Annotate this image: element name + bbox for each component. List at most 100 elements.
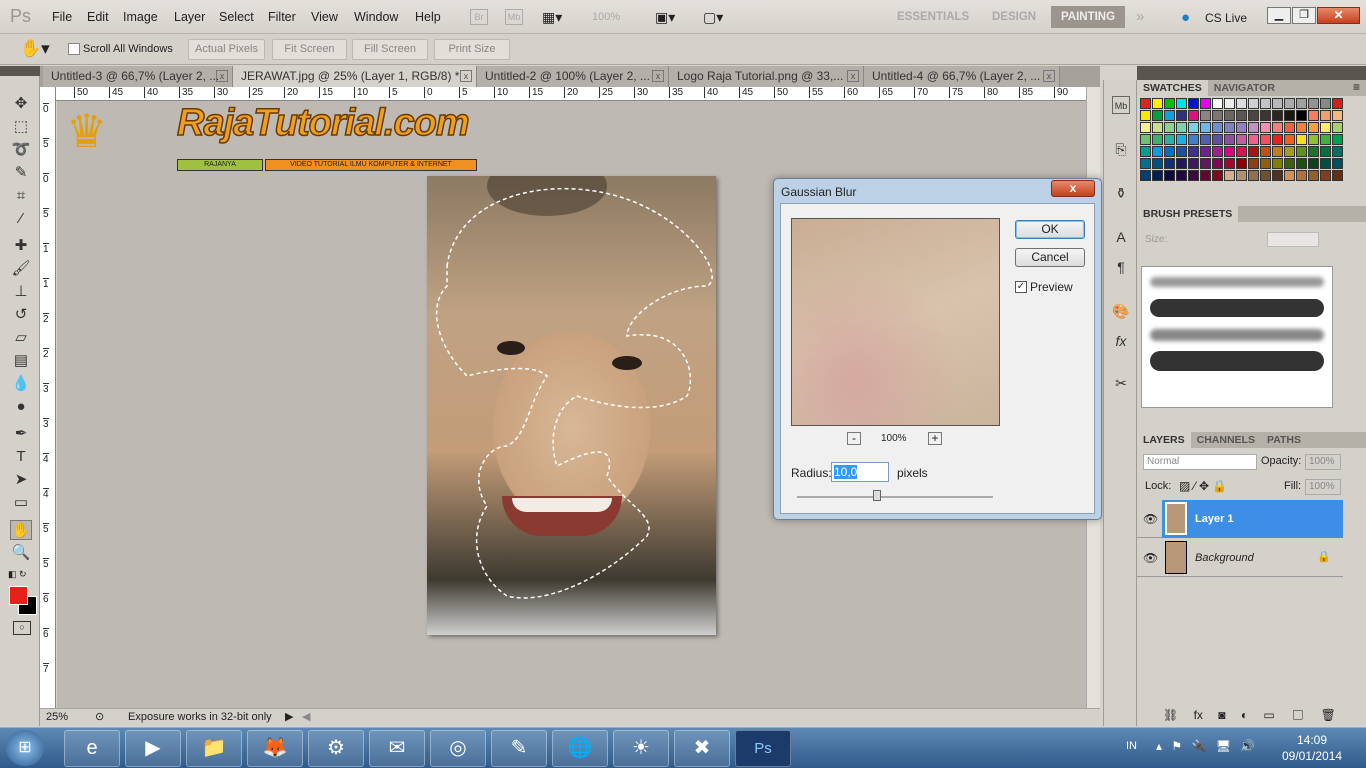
blur-tool-icon[interactable]: 💧: [10, 374, 32, 394]
color-swatch[interactable]: [1200, 98, 1211, 109]
taskbar-app-6[interactable]: ✉: [369, 730, 425, 767]
menu-filter[interactable]: Filter: [268, 10, 296, 24]
color-swatch[interactable]: [1284, 122, 1295, 133]
lock-icons[interactable]: ▨ ⁄ ✥ 🔒: [1179, 479, 1227, 493]
color-swatch[interactable]: [1260, 158, 1271, 169]
color-swatch[interactable]: [1176, 134, 1187, 145]
quick-selection-tool-icon[interactable]: ✎: [10, 163, 32, 183]
taskbar-photoshop[interactable]: Ps: [735, 730, 791, 767]
radius-input[interactable]: 10,0: [831, 462, 889, 482]
scroll-all-windows-checkbox[interactable]: [68, 43, 80, 55]
workspace-painting[interactable]: PAINTING: [1051, 6, 1125, 28]
blur-preview[interactable]: [791, 218, 1000, 426]
type-tool-icon[interactable]: T: [10, 447, 32, 467]
color-swatch[interactable]: [1236, 158, 1247, 169]
brush-preset[interactable]: [1150, 351, 1324, 371]
color-swatch[interactable]: [1260, 98, 1271, 109]
color-swatch[interactable]: [1332, 134, 1343, 145]
color-swatch[interactable]: [1200, 158, 1211, 169]
color-swatch[interactable]: [1284, 134, 1295, 145]
color-swatch[interactable]: [1140, 146, 1151, 157]
color-swatch[interactable]: [1296, 158, 1307, 169]
close-tab-icon[interactable]: x: [1043, 70, 1055, 82]
color-swatch[interactable]: [1224, 158, 1235, 169]
color-swatch[interactable]: [1164, 158, 1175, 169]
menu-window[interactable]: Window: [354, 10, 398, 24]
color-swatch[interactable]: [1320, 170, 1331, 181]
menu-edit[interactable]: Edit: [87, 10, 109, 24]
color-swatch[interactable]: [1296, 170, 1307, 181]
color-swatch[interactable]: [1308, 134, 1319, 145]
color-swatch[interactable]: [1140, 158, 1151, 169]
mini-bridge-panel-icon[interactable]: Mb: [1112, 96, 1130, 114]
color-swatch[interactable]: [1332, 170, 1343, 181]
color-swatch[interactable]: [1164, 170, 1175, 181]
zoom-tool-icon[interactable]: 🔍: [10, 543, 32, 563]
color-swatch[interactable]: [1224, 122, 1235, 133]
menu-image[interactable]: Image: [123, 10, 158, 24]
color-swatch[interactable]: [1320, 134, 1331, 145]
color-swatch[interactable]: [1248, 122, 1259, 133]
color-swatch[interactable]: [1200, 122, 1211, 133]
close-tab-icon[interactable]: x: [652, 70, 664, 82]
color-swatch[interactable]: [1200, 170, 1211, 181]
color-swatch[interactable]: [1320, 146, 1331, 157]
radius-slider-thumb[interactable]: [873, 490, 881, 501]
workspace-design[interactable]: DESIGN: [992, 11, 1036, 23]
color-swatch[interactable]: [1140, 110, 1151, 121]
color-swatch[interactable]: [1272, 134, 1283, 145]
color-swatch[interactable]: [1332, 146, 1343, 157]
more-workspaces-icon[interactable]: »: [1136, 8, 1144, 25]
color-swatch[interactable]: [1272, 170, 1283, 181]
color-swatch[interactable]: [1224, 110, 1235, 121]
opacity-input[interactable]: 100%: [1305, 454, 1341, 470]
color-swatch[interactable]: [1224, 146, 1235, 157]
view-extras-icon[interactable]: ▦▾: [542, 9, 562, 26]
color-swatch[interactable]: [1320, 158, 1331, 169]
close-tab-icon[interactable]: x: [460, 70, 472, 82]
color-swatch[interactable]: [1188, 146, 1199, 157]
status-menu-arrow[interactable]: ▶: [285, 710, 293, 723]
color-swatch[interactable]: [1224, 170, 1235, 181]
pen-tool-icon[interactable]: ✒: [10, 424, 32, 444]
mini-bridge-button[interactable]: Mb: [505, 9, 523, 25]
quick-mask-icon[interactable]: ○: [13, 621, 31, 635]
cancel-button[interactable]: Cancel: [1015, 248, 1085, 267]
color-swatch[interactable]: [1164, 98, 1175, 109]
color-swatch[interactable]: [1200, 146, 1211, 157]
taskbar-globe[interactable]: 🌐: [552, 730, 608, 767]
history-panel-icon[interactable]: ⎘: [1112, 140, 1130, 158]
taskbar-notepad[interactable]: ✎: [491, 730, 547, 767]
color-swatch[interactable]: [1164, 122, 1175, 133]
color-swatch[interactable]: [1320, 122, 1331, 133]
color-swatch[interactable]: [1248, 98, 1259, 109]
taskbar-internet-explorer[interactable]: e: [64, 730, 120, 767]
document-image[interactable]: [427, 176, 716, 635]
brush-preset[interactable]: [1150, 329, 1324, 341]
menu-view[interactable]: View: [311, 10, 338, 24]
tools-panel-header[interactable]: [0, 66, 40, 76]
color-swatch[interactable]: [1152, 170, 1163, 181]
color-swatch[interactable]: [1176, 122, 1187, 133]
color-swatch[interactable]: [1260, 110, 1271, 121]
taskbar-firefox[interactable]: 🦊: [247, 730, 303, 767]
close-tab-icon[interactable]: x: [847, 70, 859, 82]
color-swatch[interactable]: [1188, 98, 1199, 109]
tab-untitled-3[interactable]: Untitled-3 @ 66,7% (Layer 2, ... x: [43, 66, 233, 87]
paragraph-panel-icon[interactable]: ¶: [1112, 258, 1130, 276]
minimize-button[interactable]: ▁: [1267, 7, 1291, 24]
color-swatch[interactable]: [1308, 158, 1319, 169]
tab-navigator[interactable]: NAVIGATOR: [1208, 80, 1281, 96]
bridge-button[interactable]: Br: [470, 9, 488, 25]
healing-brush-tool-icon[interactable]: ✚: [10, 236, 32, 256]
color-swatch[interactable]: [1248, 170, 1259, 181]
brush-preset[interactable]: [1150, 277, 1324, 287]
brush-size-input[interactable]: [1267, 232, 1319, 247]
selection-marquee[interactable]: [427, 176, 716, 635]
color-swatch[interactable]: [1140, 98, 1151, 109]
color-swatch[interactable]: [1176, 98, 1187, 109]
menu-file[interactable]: File: [52, 10, 72, 24]
color-swatch[interactable]: [1296, 134, 1307, 145]
actual-pixels-button[interactable]: Actual Pixels: [188, 39, 265, 60]
color-swatch[interactable]: [1272, 98, 1283, 109]
